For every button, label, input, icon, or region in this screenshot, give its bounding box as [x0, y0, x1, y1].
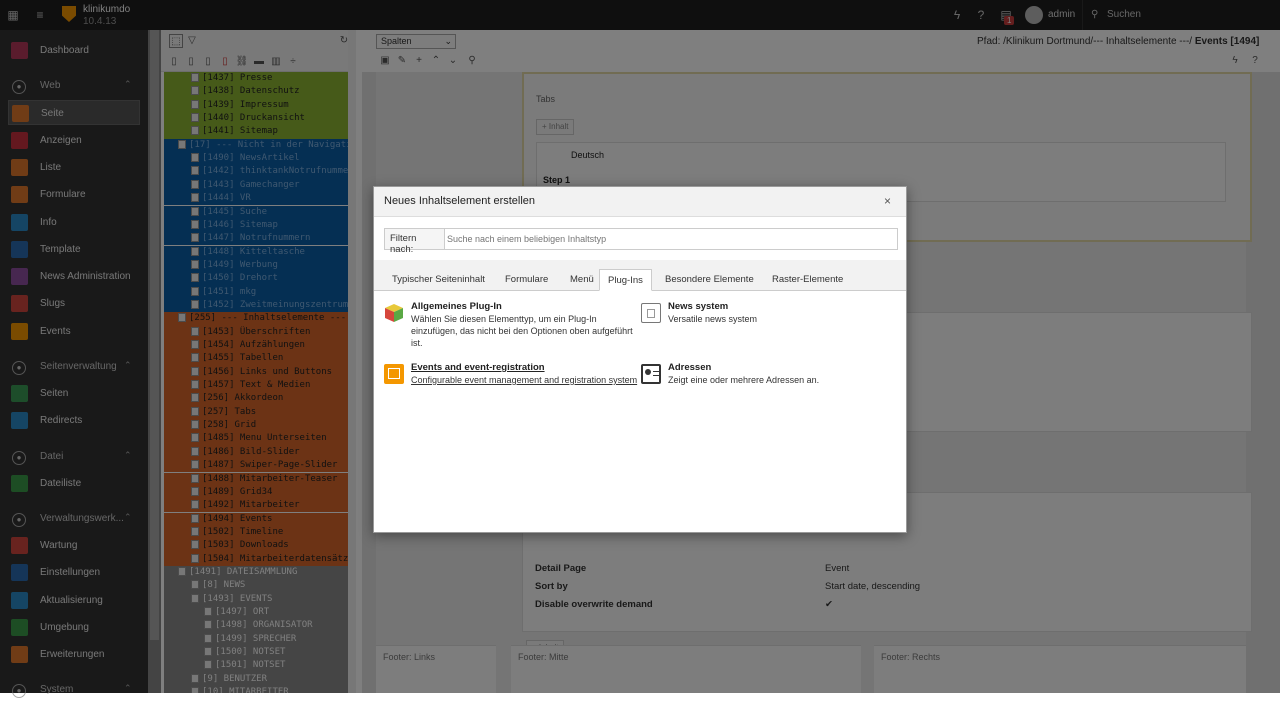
modal-tabs: Typischer Seiteninhalt Formulare Menü Plug-…: [374, 260, 906, 291]
tab-men-[interactable]: Menü: [562, 269, 602, 291]
plugin-title: Events and event-registration: [411, 362, 545, 373]
plugin-item-addresses[interactable]: Adressen Zeigt eine oder mehrere Adresse…: [641, 362, 891, 412]
plugin-title: Allgemeines Plug-In: [411, 301, 502, 312]
plugin-desc: Wählen Sie diesen Elementtyp, um ein Plu…: [411, 314, 633, 348]
modal-header: Neues Inhaltselement erstellen ×: [374, 187, 906, 217]
filter-group: Filtern nach:: [384, 228, 898, 255]
tab-typischer-seiteninhalt[interactable]: Typischer Seiteninhalt: [384, 269, 493, 291]
filter-input[interactable]: [447, 231, 895, 247]
plugin-desc: Configurable event management and regist…: [411, 375, 638, 385]
tab-formulare[interactable]: Formulare: [497, 269, 556, 291]
plugin-item-events[interactable]: Events and event-registration Configurab…: [384, 362, 637, 412]
plugin-desc: Versatile news system: [668, 314, 758, 324]
plugin-title: Adressen: [668, 362, 712, 373]
plugin-item-general[interactable]: Allgemeines Plug-In Wählen Sie diesen El…: [384, 301, 634, 351]
plugin-list: Allgemeines Plug-In Wählen Sie diesen El…: [374, 291, 906, 534]
tab-raster-elemente[interactable]: Raster-Elemente: [764, 269, 851, 291]
cube-icon: [384, 303, 404, 323]
modal-title: Neues Inhaltselement erstellen: [384, 195, 536, 207]
calendar-icon: [384, 364, 404, 384]
filter-label: Filtern nach:: [385, 229, 445, 255]
close-icon[interactable]: ×: [884, 194, 891, 208]
plugin-title: News system: [668, 301, 729, 312]
new-content-modal: Neues Inhaltselement erstellen × Filtern…: [373, 186, 907, 533]
news-icon: [641, 303, 661, 323]
tab-plug-ins[interactable]: Plug-Ins: [599, 269, 652, 291]
plugin-desc: Zeigt eine oder mehrere Adressen an.: [668, 375, 820, 385]
address-card-icon: [641, 364, 661, 384]
tab-besondere-elemente[interactable]: Besondere Elemente: [657, 269, 762, 291]
plugin-item-news[interactable]: News system Versatile news system: [641, 301, 891, 351]
